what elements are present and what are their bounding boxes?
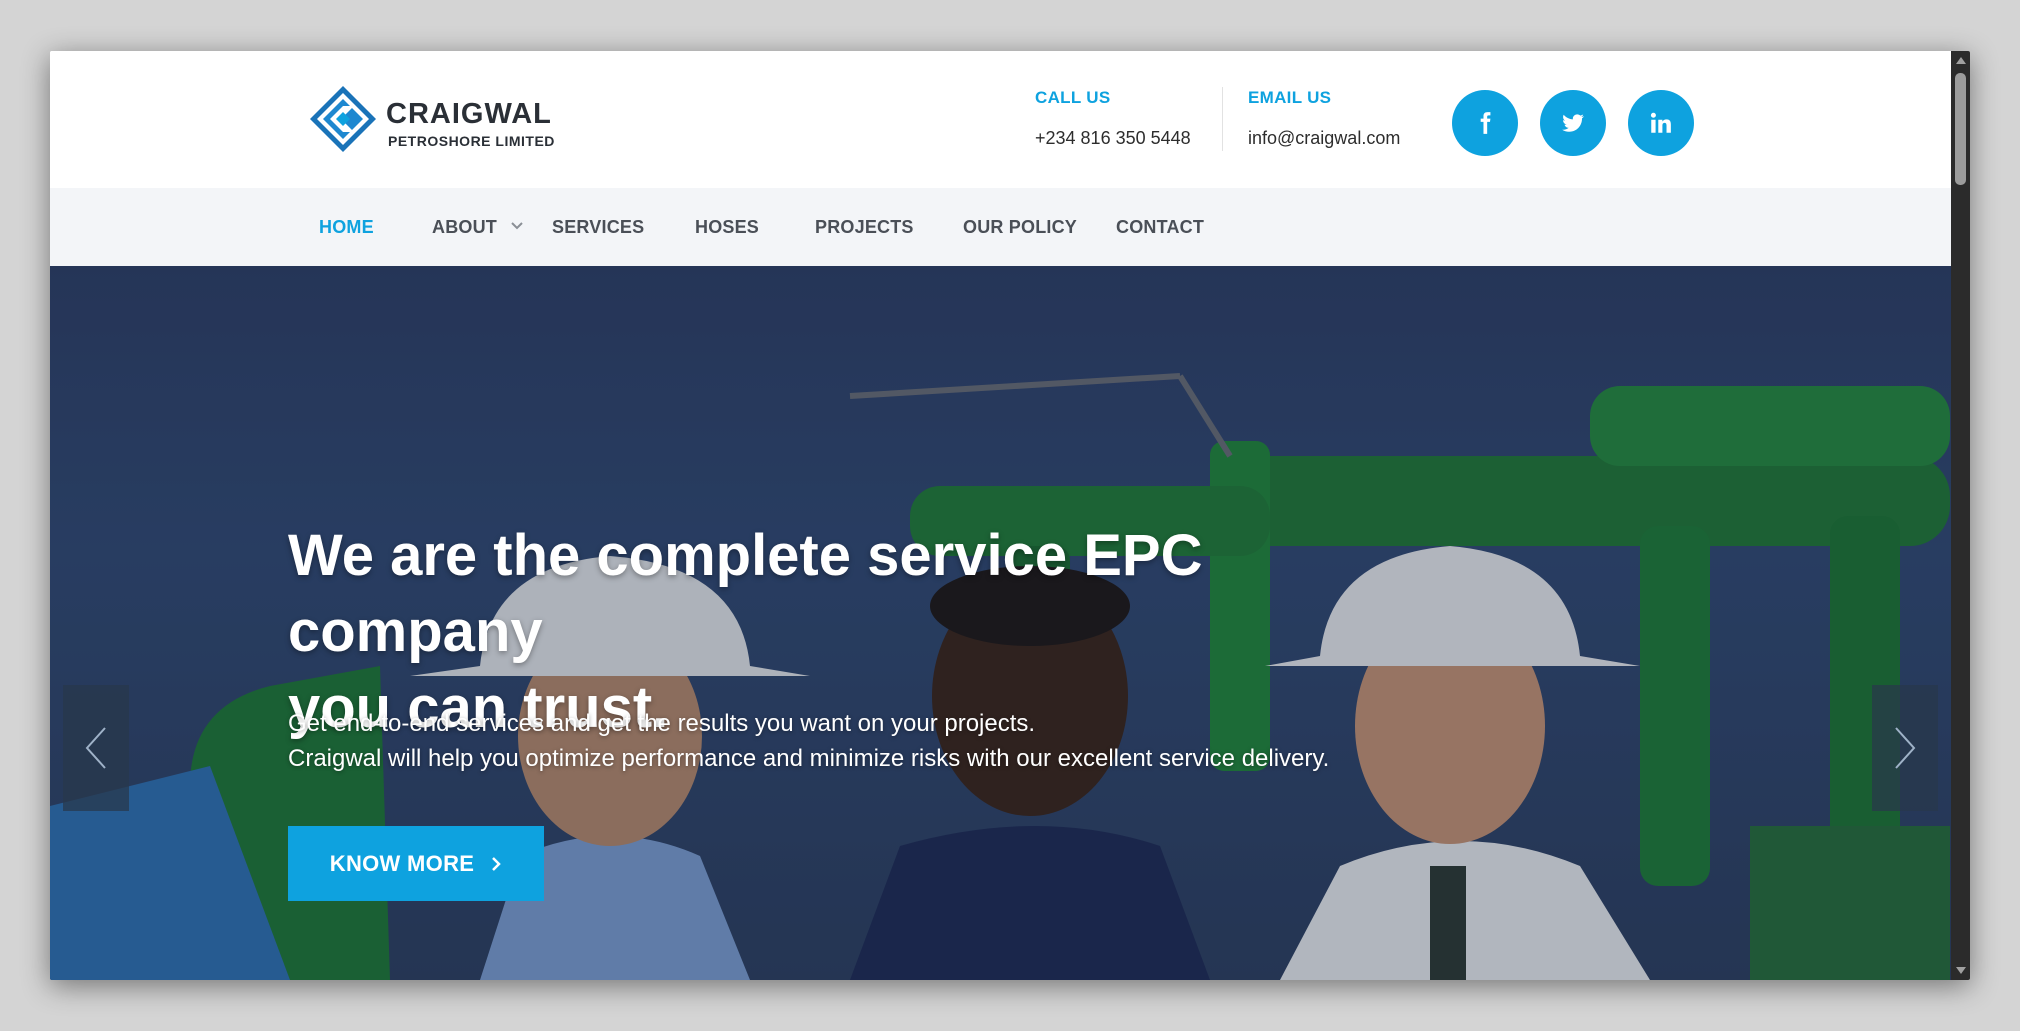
- scroll-down-arrow-icon[interactable]: [1956, 967, 1966, 974]
- call-us-block: CALL US +234 816 350 5448: [1035, 88, 1191, 149]
- facebook-button[interactable]: [1452, 90, 1518, 156]
- nav-contact[interactable]: CONTACT: [1116, 188, 1204, 266]
- page-viewport: CRAIGWAL PETROSHORE LIMITED CALL US +234…: [50, 51, 1951, 980]
- nav-home[interactable]: HOME: [319, 188, 374, 266]
- hero-title-line-1: We are the complete service EPC company: [288, 523, 1203, 664]
- hero-description: Get end-to-end services and get the resu…: [288, 706, 1488, 776]
- logo-diamond-icon: [310, 86, 376, 152]
- facebook-icon: [1480, 112, 1491, 134]
- nav-our-policy[interactable]: OUR POLICY: [963, 188, 1077, 266]
- nav-about-label: ABOUT: [432, 217, 497, 237]
- contact-divider: [1222, 87, 1223, 151]
- vertical-scrollbar[interactable]: [1951, 51, 1970, 980]
- nav-services[interactable]: SERVICES: [552, 188, 644, 266]
- chevron-right-icon: [492, 856, 502, 871]
- site-logo[interactable]: CRAIGWAL PETROSHORE LIMITED: [308, 82, 568, 156]
- scroll-up-arrow-icon[interactable]: [1956, 57, 1966, 64]
- twitter-button[interactable]: [1540, 90, 1606, 156]
- call-us-label: CALL US: [1035, 88, 1111, 107]
- brand-name: CRAIGWAL: [386, 98, 552, 130]
- nav-about[interactable]: ABOUT: [432, 188, 524, 266]
- brand-subtitle: PETROSHORE LIMITED: [388, 133, 555, 149]
- nav-hoses[interactable]: HOSES: [695, 188, 759, 266]
- hero-text-line-1: Get end-to-end services and get the resu…: [288, 710, 1036, 737]
- site-header: CRAIGWAL PETROSHORE LIMITED CALL US +234…: [50, 51, 1951, 188]
- twitter-icon: [1562, 114, 1585, 132]
- hero-slider: We are the complete service EPC company …: [50, 266, 1951, 980]
- phone-number[interactable]: +234 816 350 5448: [1035, 128, 1191, 149]
- browser-window: CRAIGWAL PETROSHORE LIMITED CALL US +234…: [50, 51, 1970, 980]
- chevron-left-icon: [85, 727, 106, 769]
- know-more-label: KNOW MORE: [329, 850, 475, 876]
- linkedin-button[interactable]: [1628, 90, 1694, 156]
- hero-text-line-2: Craigwal will help you optimize performa…: [288, 745, 1330, 772]
- email-us-label: EMAIL US: [1248, 88, 1332, 107]
- scrollbar-thumb[interactable]: [1955, 73, 1966, 185]
- email-us-block: EMAIL US info@craigwal.com: [1248, 88, 1400, 149]
- slider-prev-button[interactable]: [63, 685, 129, 811]
- know-more-button[interactable]: KNOW MORE: [288, 826, 544, 901]
- nav-projects[interactable]: PROJECTS: [815, 188, 914, 266]
- chevron-down-icon: [511, 222, 523, 230]
- email-address[interactable]: info@craigwal.com: [1248, 128, 1400, 149]
- slider-next-button[interactable]: [1872, 685, 1938, 811]
- main-nav: HOME ABOUT SERVICES HOSES PROJECTS OUR P…: [50, 188, 1951, 266]
- chevron-right-icon: [1895, 727, 1916, 769]
- linkedin-icon: [1650, 112, 1671, 133]
